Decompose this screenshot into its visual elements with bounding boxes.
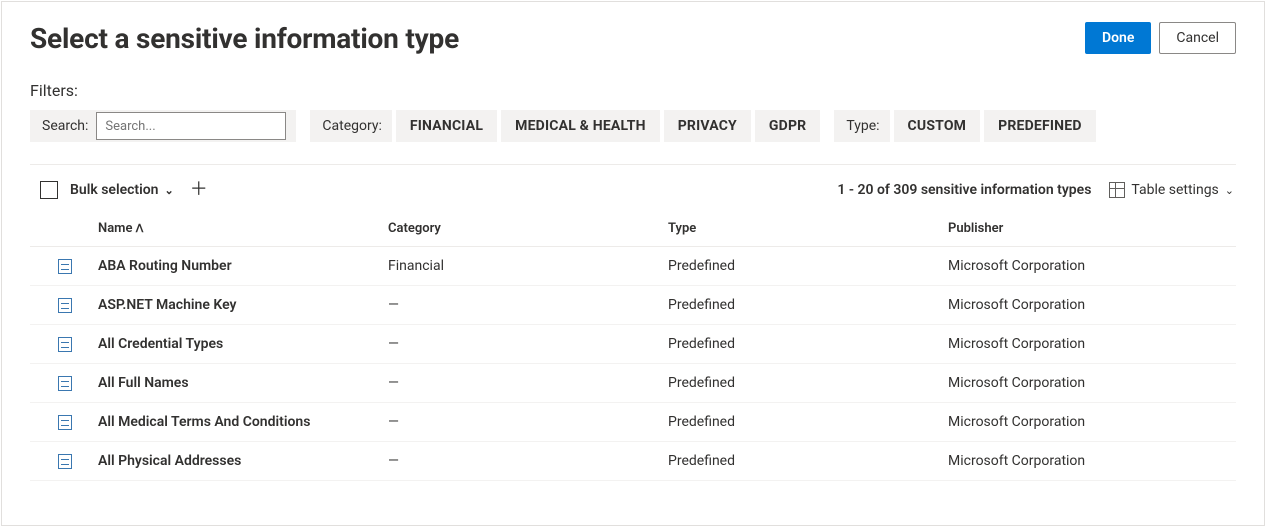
row-name: ABA Routing Number bbox=[90, 247, 380, 286]
row-type: Predefined bbox=[660, 247, 940, 286]
row-publisher: Microsoft Corporation bbox=[940, 286, 1236, 325]
sit-type-icon bbox=[58, 376, 72, 391]
col-publisher-header[interactable]: Publisher bbox=[940, 211, 1236, 247]
sit-type-icon bbox=[58, 415, 72, 430]
item-count: 1 - 20 of 309 sensitive information type… bbox=[837, 182, 1091, 198]
table-row[interactable]: ASP.NET Machine Key—PredefinedMicrosoft … bbox=[30, 286, 1236, 325]
search-filter-group: Search: bbox=[30, 110, 296, 142]
cancel-button[interactable]: Cancel bbox=[1159, 22, 1236, 54]
done-button[interactable]: Done bbox=[1085, 22, 1151, 54]
col-category-header[interactable]: Category bbox=[380, 211, 660, 247]
type-label-wrap: Type: bbox=[834, 110, 889, 142]
col-name-header[interactable]: Name ᐱ bbox=[90, 211, 380, 247]
header-actions: Done Cancel bbox=[1085, 22, 1236, 54]
filters-row: Search: Category: FINANCIAL MEDICAL & HE… bbox=[30, 110, 1236, 142]
chevron-down-icon: ⌄ bbox=[165, 184, 174, 197]
type-pill-custom[interactable]: CUSTOM bbox=[894, 110, 981, 142]
table-row[interactable]: All Medical Terms And Conditions—Predefi… bbox=[30, 403, 1236, 442]
row-publisher: Microsoft Corporation bbox=[940, 247, 1236, 286]
row-category: — bbox=[380, 286, 660, 325]
sit-type-icon bbox=[58, 259, 72, 274]
table-row[interactable]: All Credential Types—PredefinedMicrosoft… bbox=[30, 325, 1236, 364]
add-button[interactable]: ＋ bbox=[186, 177, 212, 203]
sit-table: Name ᐱ Category Type Publisher ABA Routi… bbox=[30, 211, 1236, 481]
category-label-wrap: Category: bbox=[310, 110, 391, 142]
row-name: All Medical Terms And Conditions bbox=[90, 403, 380, 442]
category-label: Category: bbox=[322, 118, 381, 134]
chevron-down-icon: ⌄ bbox=[1225, 184, 1234, 197]
category-pill-financial[interactable]: FINANCIAL bbox=[396, 110, 497, 142]
type-pill-predefined[interactable]: PREDEFINED bbox=[984, 110, 1095, 142]
row-name: ASP.NET Machine Key bbox=[90, 286, 380, 325]
sit-type-icon bbox=[58, 337, 72, 352]
col-name-label: Name bbox=[98, 221, 132, 236]
table-row[interactable]: All Physical Addresses—PredefinedMicroso… bbox=[30, 442, 1236, 481]
select-all-checkbox[interactable] bbox=[40, 181, 58, 199]
category-pill-gdpr[interactable]: GDPR bbox=[755, 110, 820, 142]
toolbar-left: Bulk selection ⌄ ＋ bbox=[40, 177, 212, 203]
sit-type-icon bbox=[58, 298, 72, 313]
search-label: Search: bbox=[42, 118, 88, 134]
category-pill-set: FINANCIAL MEDICAL & HEALTH PRIVACY GDPR bbox=[396, 110, 820, 142]
row-type: Predefined bbox=[660, 364, 940, 403]
header-row: Select a sensitive information type Done… bbox=[30, 22, 1236, 55]
row-publisher: Microsoft Corporation bbox=[940, 403, 1236, 442]
table-settings-icon bbox=[1109, 182, 1125, 198]
sit-type-icon bbox=[58, 454, 72, 469]
toolbar-right: 1 - 20 of 309 sensitive information type… bbox=[837, 182, 1234, 198]
col-type-header[interactable]: Type bbox=[660, 211, 940, 247]
row-publisher: Microsoft Corporation bbox=[940, 364, 1236, 403]
row-category: — bbox=[380, 325, 660, 364]
row-name: All Physical Addresses bbox=[90, 442, 380, 481]
row-type: Predefined bbox=[660, 403, 940, 442]
category-pill-medical[interactable]: MEDICAL & HEALTH bbox=[501, 110, 660, 142]
type-filter: Type: CUSTOM PREDEFINED bbox=[834, 110, 1095, 142]
category-filter: Category: FINANCIAL MEDICAL & HEALTH PRI… bbox=[310, 110, 820, 142]
search-input[interactable] bbox=[96, 112, 286, 140]
row-category: Financial bbox=[380, 247, 660, 286]
row-name: All Full Names bbox=[90, 364, 380, 403]
bulk-selection-label: Bulk selection bbox=[70, 182, 159, 198]
row-category: — bbox=[380, 364, 660, 403]
row-type: Predefined bbox=[660, 286, 940, 325]
sort-asc-icon: ᐱ bbox=[136, 222, 144, 235]
row-publisher: Microsoft Corporation bbox=[940, 325, 1236, 364]
row-type: Predefined bbox=[660, 442, 940, 481]
table-toolbar: Bulk selection ⌄ ＋ 1 - 20 of 309 sensiti… bbox=[30, 177, 1236, 211]
divider bbox=[30, 164, 1236, 165]
header-row: Name ᐱ Category Type Publisher bbox=[30, 211, 1236, 247]
table-settings-label: Table settings bbox=[1131, 182, 1218, 198]
col-icon-header bbox=[30, 211, 90, 247]
row-name: All Credential Types bbox=[90, 325, 380, 364]
row-type: Predefined bbox=[660, 325, 940, 364]
filters-label: Filters: bbox=[30, 81, 1236, 100]
row-category: — bbox=[380, 442, 660, 481]
table-row[interactable]: All Full Names—PredefinedMicrosoft Corpo… bbox=[30, 364, 1236, 403]
bulk-selection-dropdown[interactable]: Bulk selection ⌄ bbox=[70, 182, 174, 198]
type-label: Type: bbox=[846, 118, 879, 134]
category-pill-privacy[interactable]: PRIVACY bbox=[664, 110, 751, 142]
page-title: Select a sensitive information type bbox=[30, 22, 459, 55]
row-publisher: Microsoft Corporation bbox=[940, 442, 1236, 481]
row-category: — bbox=[380, 403, 660, 442]
type-pill-set: CUSTOM PREDEFINED bbox=[894, 110, 1096, 142]
table-settings-button[interactable]: Table settings ⌄ bbox=[1109, 182, 1234, 198]
select-sit-panel: Select a sensitive information type Done… bbox=[1, 1, 1265, 526]
table-row[interactable]: ABA Routing NumberFinancialPredefinedMic… bbox=[30, 247, 1236, 286]
